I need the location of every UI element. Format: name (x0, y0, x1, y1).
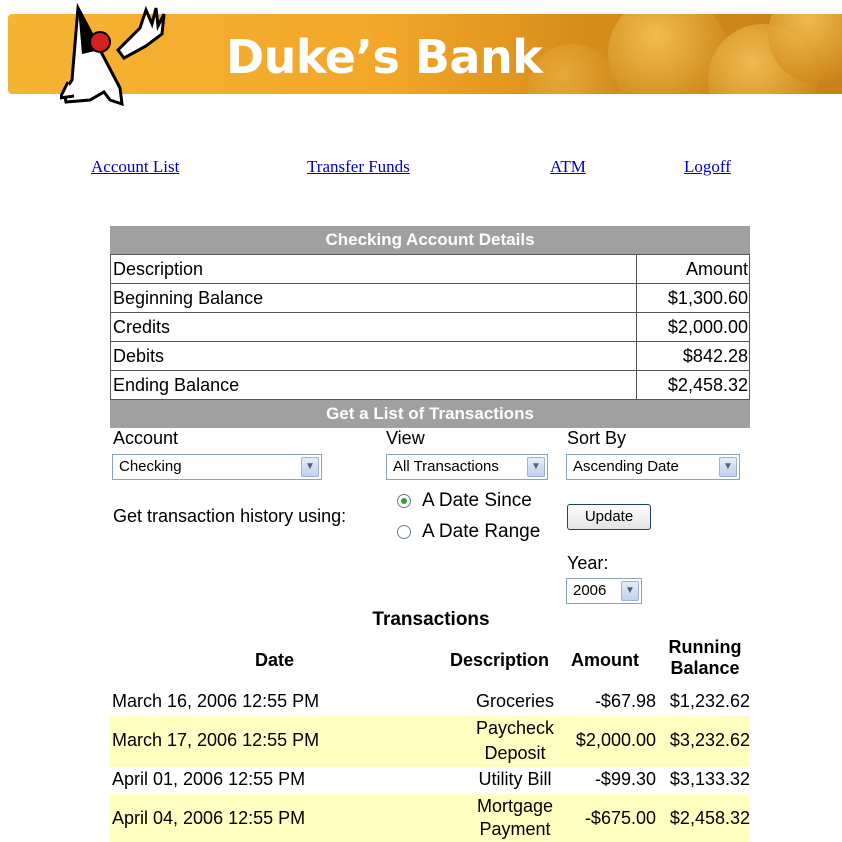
sort-select[interactable]: Ascending Date ▼ (566, 454, 740, 480)
nav-transfer-funds-link[interactable]: Transfer Funds (307, 157, 410, 177)
details-row-amount: $842.28 (682, 346, 748, 366)
year-label: Year: (567, 553, 609, 573)
details-row: Debits $842.28 (110, 342, 750, 371)
transaction-row: March 17, 2006 12:55 PM Paycheck Deposit… (110, 716, 750, 767)
details-row-label: Ending Balance (111, 371, 637, 399)
account-details-table: Checking Account Details Description Amo… (110, 226, 750, 428)
tx-balance: $1,232.62 (669, 691, 750, 711)
update-button[interactable]: Update (567, 504, 651, 530)
date-since-label: A Date Since (422, 490, 532, 511)
tx-amount: -$675.00 (584, 808, 656, 828)
tx-description-line2: Payment (479, 819, 551, 839)
details-row-amount: $2,458.32 (667, 375, 748, 395)
tx-description-line1: Paycheck (475, 718, 555, 738)
chevron-down-icon: ▼ (719, 457, 737, 477)
tx-date: March 17, 2006 12:55 PM (112, 730, 320, 750)
tx-balance: $3,232.62 (669, 730, 750, 750)
year-select[interactable]: 2006 ▼ (566, 578, 642, 604)
transaction-row: April 04, 2006 12:55 PM Mortgage Payment… (110, 794, 750, 842)
details-header-row: Description Amount (110, 254, 750, 284)
tx-description: Groceries (475, 691, 555, 711)
details-row: Credits $2,000.00 (110, 313, 750, 342)
running-header-line1: Running (668, 637, 742, 657)
chevron-down-icon: ▼ (301, 457, 319, 477)
details-row-label: Beginning Balance (111, 284, 637, 312)
view-select-value: All Transactions (393, 458, 499, 475)
tx-description: Utility Bill (478, 769, 552, 789)
tx-balance: $2,458.32 (669, 808, 750, 828)
details-row-label: Credits (111, 313, 637, 341)
col-description-header: Description (450, 650, 550, 670)
transaction-row: March 16, 2006 12:55 PM Groceries -$67.9… (110, 689, 750, 716)
date-since-radio[interactable] (397, 494, 411, 508)
details-row: Ending Balance $2,458.32 (110, 371, 750, 400)
running-header-line2: Balance (670, 658, 740, 678)
col-amount-header: Amount (571, 650, 639, 670)
chevron-down-icon: ▼ (621, 581, 639, 601)
account-select-value: Checking (119, 458, 182, 475)
history-label: Get transaction history using: (113, 506, 347, 526)
bank-title: Duke’s Bank (226, 30, 543, 84)
year-select-value: 2006 (573, 582, 607, 599)
tx-description-line1: Mortgage (476, 796, 554, 816)
sort-label: Sort By (567, 428, 627, 448)
tx-balance: $3,133.32 (669, 769, 750, 789)
transaction-row: April 01, 2006 12:55 PM Utility Bill -$9… (110, 767, 750, 794)
details-row-label: Debits (111, 342, 637, 370)
chevron-down-icon: ▼ (527, 457, 545, 477)
col-running-balance-header: Running Balance (659, 637, 751, 679)
tx-amount: $2,000.00 (575, 730, 656, 750)
details-row-amount: $1,300.60 (667, 288, 748, 308)
details-col-amount: Amount (685, 259, 748, 279)
tx-date: April 01, 2006 12:55 PM (112, 769, 306, 789)
col-date-header: Date (255, 650, 295, 670)
transactions-form-title: Get a List of Transactions (110, 400, 750, 428)
sort-select-value: Ascending Date (573, 458, 679, 475)
tx-description-line2: Deposit (484, 743, 546, 763)
duke-mascot-icon (60, 2, 166, 107)
nav-logoff-link[interactable]: Logoff (684, 157, 731, 177)
view-label: View (386, 428, 425, 448)
view-select[interactable]: All Transactions ▼ (386, 454, 548, 480)
date-range-label: A Date Range (422, 521, 541, 542)
account-label: Account (113, 428, 179, 448)
tx-amount: -$99.30 (594, 769, 656, 789)
account-select[interactable]: Checking ▼ (112, 454, 322, 480)
nav-atm-link[interactable]: ATM (550, 157, 586, 177)
details-row: Beginning Balance $1,300.60 (110, 284, 750, 313)
tx-date: March 16, 2006 12:55 PM (112, 691, 320, 711)
details-col-description: Description (111, 255, 637, 283)
tx-amount: -$67.98 (594, 691, 656, 711)
nav-account-list-link[interactable]: Account List (91, 157, 179, 177)
details-row-amount: $2,000.00 (667, 317, 748, 337)
account-details-title: Checking Account Details (110, 226, 750, 254)
tx-date: April 04, 2006 12:55 PM (112, 808, 306, 828)
date-range-radio[interactable] (397, 525, 411, 539)
transactions-title: Transactions (372, 609, 490, 630)
